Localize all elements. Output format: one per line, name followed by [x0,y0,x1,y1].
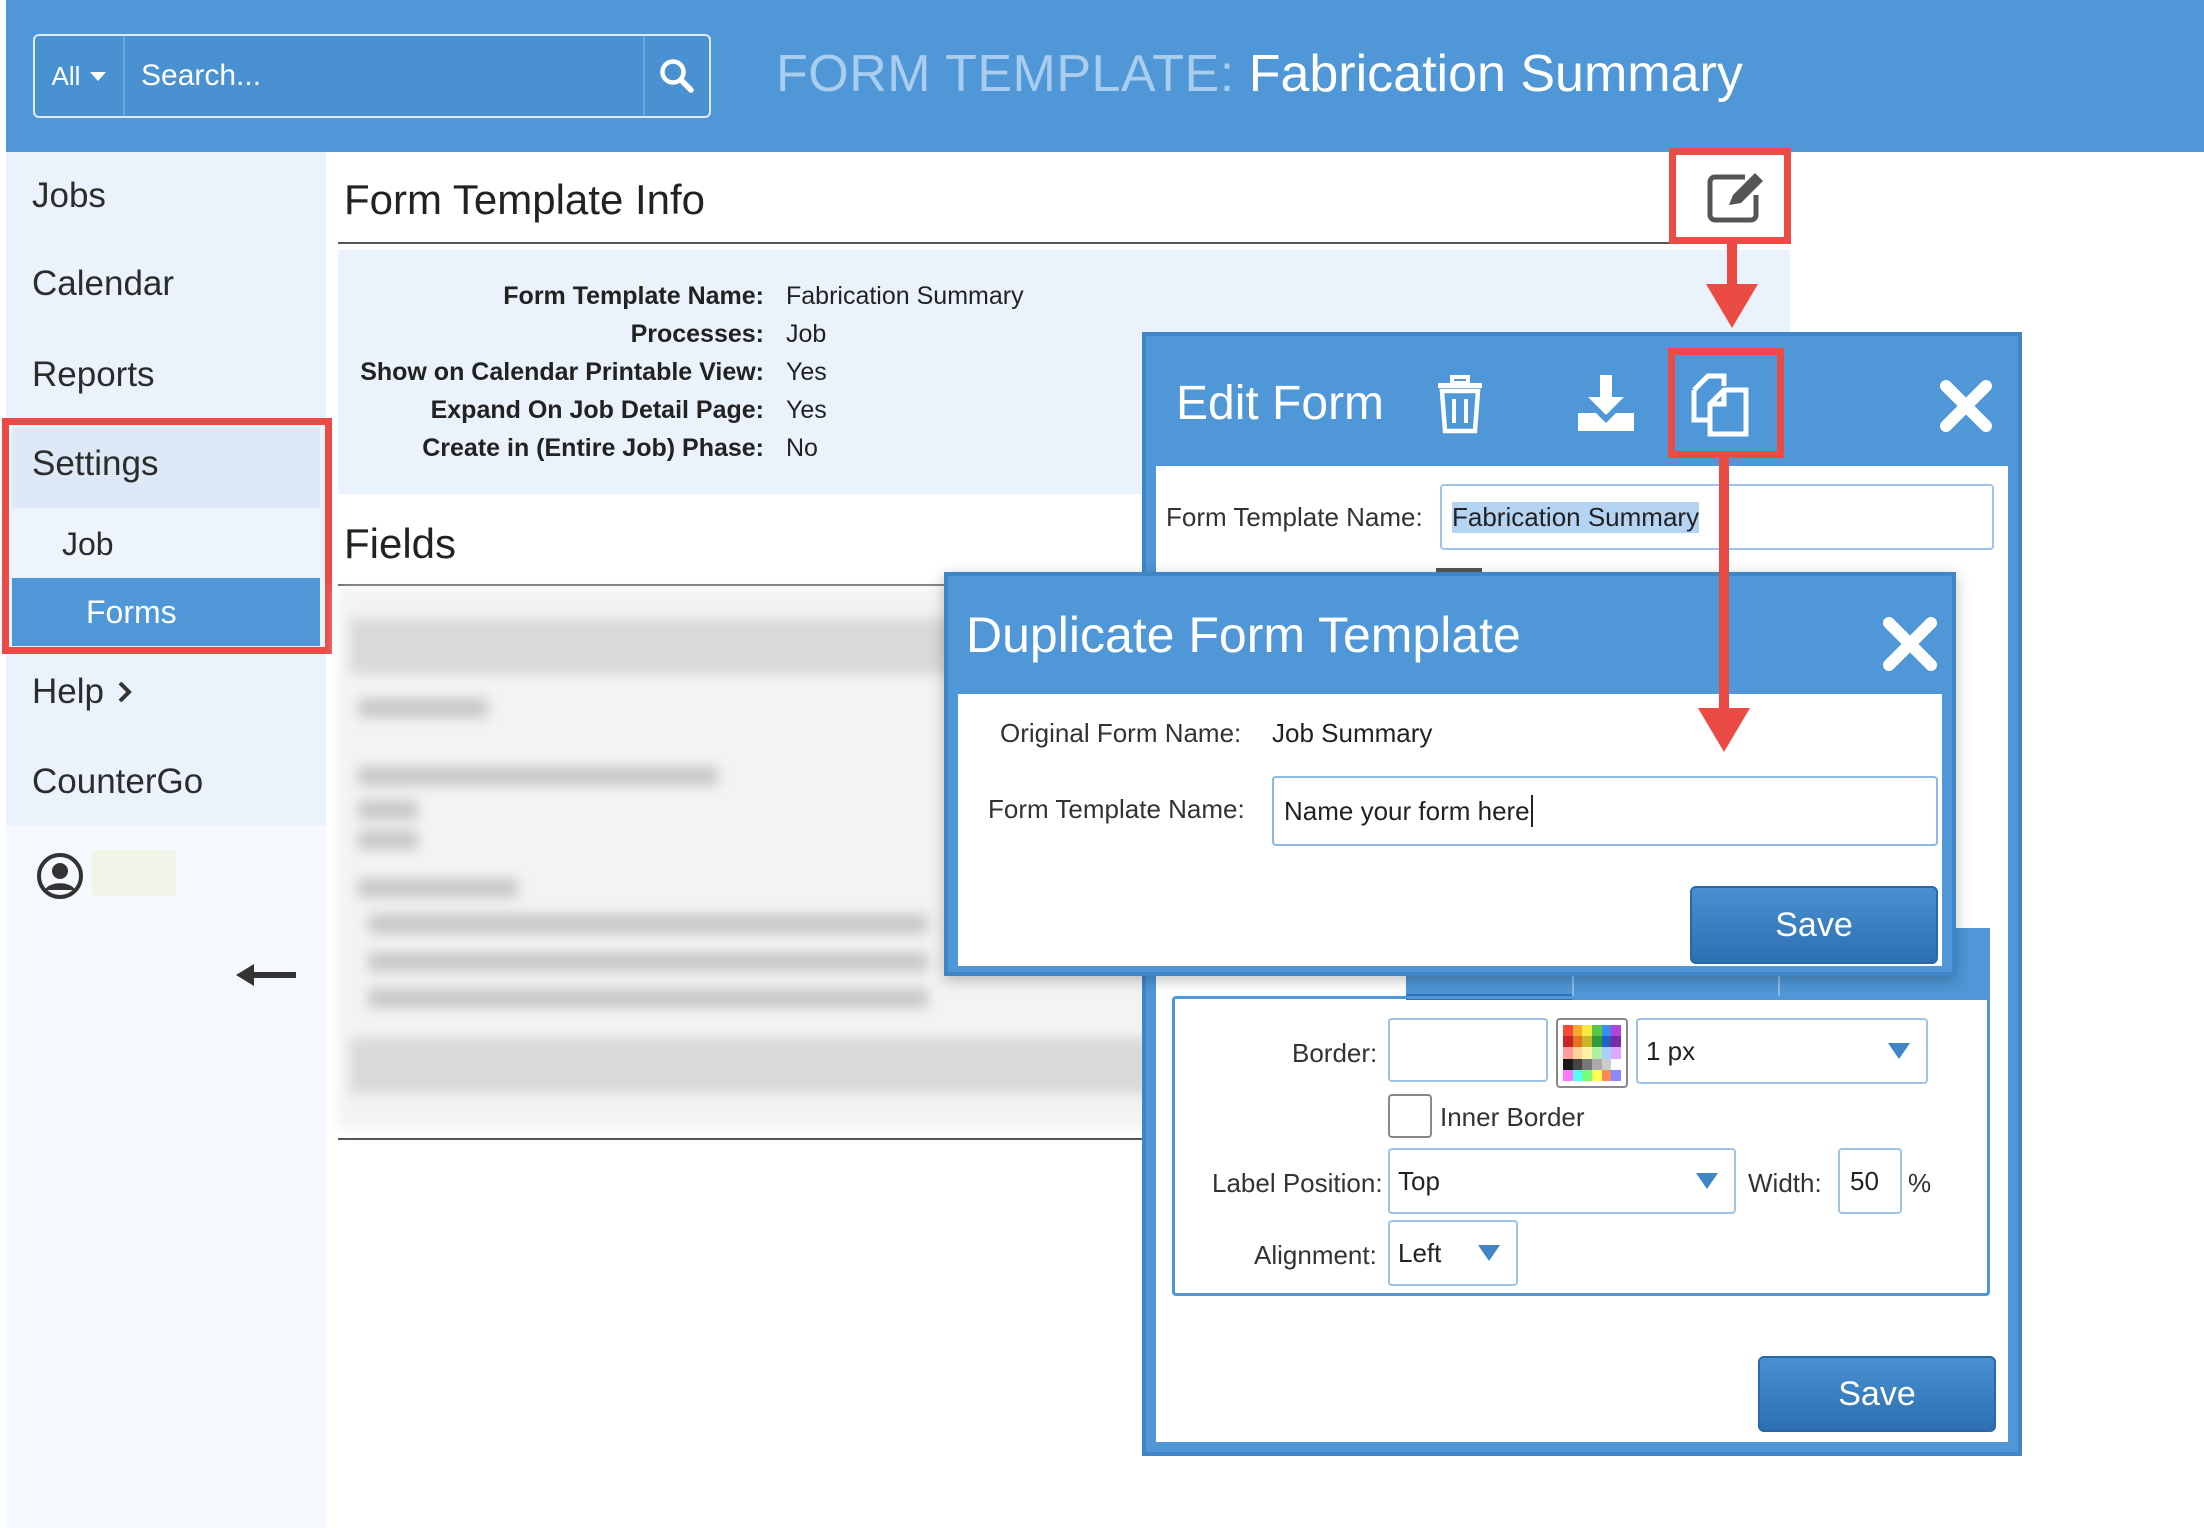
trash-icon [1438,375,1482,434]
width-unit: % [1908,1168,1932,1198]
caret-down-icon [1696,1173,1718,1189]
duplicate-name-value: Name your form here [1284,795,1530,826]
caret-down-icon [1888,1043,1910,1059]
page: All FORM TEMPLATE:Fabrication Summary Jo… [0,0,2204,1528]
info-label-processes: Processes: [630,320,764,348]
search-input[interactable] [125,36,643,116]
sidebar-item-jobs[interactable]: Jobs [32,176,106,216]
border-width-select[interactable]: 1 px [1636,1018,1928,1084]
duplicate-save-button[interactable]: Save [1690,886,1938,964]
search-box: All [33,34,711,118]
edit-name-label: Form Template Name: [1166,502,1423,532]
duplicate-name-label: Form Template Name: [988,794,1245,824]
label-position-select[interactable]: Top [1388,1148,1736,1214]
collapse-sidebar-arrow-icon[interactable] [236,962,298,988]
search-button[interactable] [643,36,709,116]
sidebar-item-help-label: Help [32,672,104,711]
original-name-value: Job Summary [1272,718,1433,748]
info-divider [338,242,1790,244]
duplicate-form-title: Duplicate Form Template [966,607,1521,663]
download-form-button[interactable] [1570,370,1642,436]
user-name-redacted [92,850,176,896]
info-label-expand: Expand On Job Detail Page: [430,396,764,424]
info-value-phase: No [786,434,818,462]
arrow-shaft [1719,458,1729,714]
width-input[interactable]: 50 [1838,1148,1902,1214]
label-position-value: Top [1398,1165,1440,1196]
sidebar-footer [6,826,326,1528]
download-icon [1578,375,1634,431]
text-cursor [1530,795,1533,827]
edit-form-save-button[interactable]: Save [1758,1356,1996,1432]
arrow-shaft [1727,244,1737,286]
edit-name-input[interactable]: Fabrication Summary [1440,484,1994,550]
search-scope-label: All [51,60,81,91]
form-template-info-title: Form Template Info [344,176,706,223]
chevron-right-icon [118,681,132,703]
width-value: 50 [1850,1165,1879,1196]
settings-highlight-box [2,418,332,654]
top-bar: All FORM TEMPLATE:Fabrication Summary [6,0,2204,152]
width-label: Width: [1748,1168,1822,1198]
caret-down-icon [90,71,107,81]
color-palette-icon [1563,1025,1621,1081]
inner-border-label: Inner Border [1440,1102,1585,1132]
sidebar-item-help[interactable]: Help [32,672,134,712]
info-value-name: Fabrication Summary [786,282,1024,310]
info-label-phase: Create in (Entire Job) Phase: [422,434,764,462]
edit-name-value: Fabrication Summary [1452,501,1700,533]
border-label: Border: [1292,1038,1378,1068]
info-value-calendar: Yes [786,358,827,386]
label-position-label: Label Position: [1212,1168,1383,1198]
border-color-input[interactable] [1388,1018,1548,1082]
info-value-expand: Yes [786,396,827,424]
inner-border-checkbox[interactable] [1388,1094,1432,1138]
close-icon [1883,617,1937,671]
fields-bottom-divider [338,1138,1148,1140]
info-value-processes: Job [786,320,827,348]
edit-form-title: Edit Form [1176,377,1385,430]
alignment-select[interactable]: Left [1388,1220,1518,1286]
info-label-name: Form Template Name: [503,282,764,310]
alignment-value: Left [1398,1237,1442,1268]
edit-button-highlight-box [1669,148,1791,244]
color-picker-button[interactable] [1556,1018,1628,1088]
search-scope-dropdown[interactable]: All [35,36,125,116]
page-title-prefix: FORM TEMPLATE: [776,45,1235,103]
duplicate-name-input[interactable]: Name your form here [1272,776,1938,846]
page-title-name: Fabrication Summary [1248,45,1743,103]
alignment-label: Alignment: [1254,1240,1377,1270]
delete-form-button[interactable] [1428,372,1492,438]
border-width-value: 1 px [1646,1035,1696,1066]
original-name-label: Original Form Name: [1000,718,1242,748]
sidebar-item-countergo[interactable]: CounterGo [32,762,203,802]
sidebar-item-calendar[interactable]: Calendar [32,264,174,304]
duplicate-button-highlight-box [1668,348,1784,458]
fields-title: Fields [344,520,457,567]
arrow-down-icon [1706,284,1758,328]
sidebar-item-reports[interactable]: Reports [32,355,155,395]
info-label-calendar: Show on Calendar Printable View: [360,358,764,386]
close-icon [1940,380,1992,432]
close-edit-form-button[interactable] [1936,376,1996,436]
user-avatar-icon[interactable] [36,852,84,900]
close-duplicate-button[interactable] [1878,612,1942,676]
page-title: FORM TEMPLATE: Fabrication Summary [776,44,1743,104]
search-icon [660,59,694,93]
arrow-down-icon [1698,708,1750,752]
caret-down-icon [1478,1245,1500,1261]
